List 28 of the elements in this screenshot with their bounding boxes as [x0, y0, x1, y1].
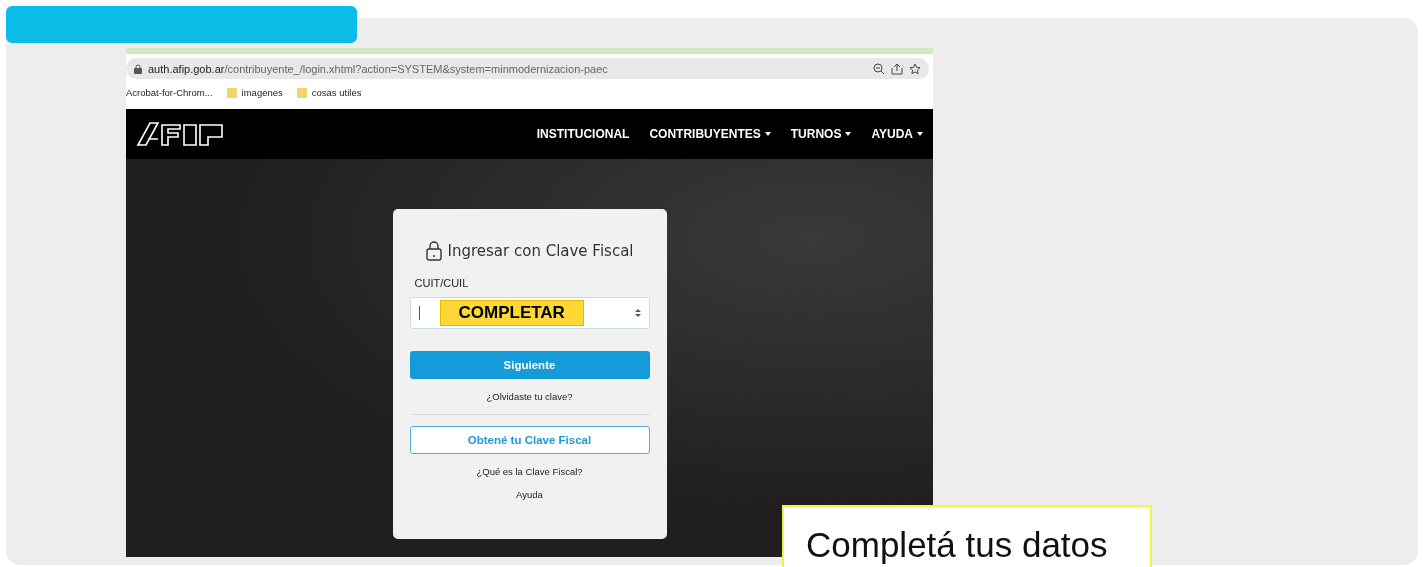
login-title: Ingresar con Clave Fiscal: [447, 242, 634, 260]
folder-icon: [296, 86, 307, 98]
help-link[interactable]: Ayuda: [409, 489, 650, 500]
nav-link[interactable]: TURNOS: [790, 127, 852, 141]
caret-icon: [845, 132, 852, 136]
forgot-link[interactable]: ¿Olvidaste tu clave?: [409, 391, 650, 402]
nav-link[interactable]: CONTRIBUYENTES: [649, 127, 771, 141]
caption-text: Completá tus datos: [782, 505, 1152, 567]
url-text: auth.afip.gob.ar/contribuyente_/login.xhtml?action=SYSTEM&system=minmodernizacion-paec: [148, 62, 609, 75]
nav-link[interactable]: AYUDA: [871, 127, 923, 141]
caret-icon: [764, 132, 771, 136]
highlight-label: COMPLETAR: [439, 300, 584, 326]
star-icon[interactable]: [909, 62, 921, 75]
lock-icon: [134, 63, 142, 74]
spinner-icon[interactable]: [634, 308, 641, 318]
share-icon[interactable]: [891, 62, 903, 75]
input-field[interactable]: COMPLETAR: [409, 297, 650, 329]
lock-icon: [425, 241, 442, 261]
caret-icon: [917, 132, 923, 136]
folder-icon: [226, 86, 237, 98]
bookmark[interactable]: Acrobat-for-Chrom...: [126, 86, 213, 98]
zoom-out-icon[interactable]: [873, 62, 885, 75]
nav-link[interactable]: INSTITUCIONAL: [536, 127, 630, 141]
help-link[interactable]: ¿Qué es la Clave Fiscal?: [409, 466, 650, 477]
bookmark[interactable]: imagenes: [226, 86, 283, 98]
bookmark[interactable]: cosas utiles: [296, 86, 362, 98]
address-bar[interactable]: auth.afip.gob.ar/contribuyente_/login.xhtml?action=SYSTEM&system=minmodernizacion-paec: [126, 58, 929, 79]
field-label: CUIT/CUIL: [414, 277, 470, 289]
